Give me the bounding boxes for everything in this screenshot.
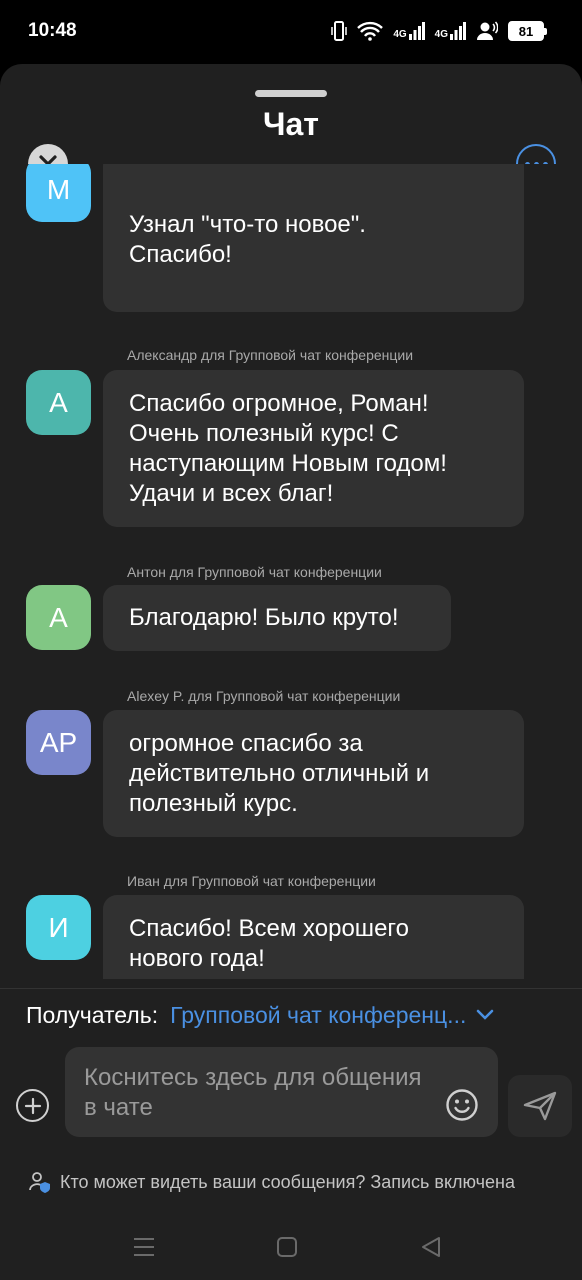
- message-text: огромное спасибо за действительно отличн…: [129, 729, 430, 817]
- avatar-initials: И: [48, 911, 69, 943]
- battery-indicator: 81: [508, 21, 547, 41]
- network-type-2: 4G: [434, 29, 448, 40]
- chevron-down-icon[interactable]: [476, 1009, 494, 1021]
- avatar-initials: М: [46, 173, 71, 205]
- hotspot-user-icon: [477, 21, 498, 40]
- page-title: Чат: [263, 106, 319, 142]
- message-sender: Иван для Групповой чат конференции: [127, 873, 376, 889]
- recipient-label: Получатель:: [26, 1001, 159, 1028]
- drag-handle[interactable]: [255, 90, 327, 97]
- battery-level: 81: [518, 23, 534, 39]
- avatar-initials: AP: [39, 726, 78, 758]
- signal-icon: [450, 22, 466, 40]
- divider: [0, 988, 582, 989]
- nav-home-button[interactable]: [272, 1232, 302, 1262]
- status-icons: 4G 4G 81: [331, 20, 547, 42]
- privacy-text: Кто может видеть ваши сообщения? Запись …: [60, 1171, 516, 1192]
- message-bubble[interactable]: Узнал "что-то новое". Спасибо!: [103, 164, 524, 312]
- recipient-selector[interactable]: Получатель: Групповой чат конференц...: [26, 1000, 494, 1030]
- home-square-icon: [277, 1237, 297, 1257]
- message-text: Спасибо! Всем хорошего нового года!: [129, 915, 409, 972]
- status-time: 10:48: [28, 20, 77, 41]
- user-shield-icon: [29, 1172, 50, 1193]
- message-sender: Александр для Групповой чат конференции: [127, 347, 414, 363]
- back-triangle-icon: [422, 1237, 440, 1257]
- status-bar: 10:48 4G 4G 81: [0, 0, 582, 64]
- system-nav-bar: [0, 1220, 582, 1280]
- chat-message-list[interactable]: М Узнал "что-то новое". Спасибо! Алексан…: [0, 164, 582, 979]
- network-type-1: 4G: [393, 29, 407, 40]
- avatar: М: [26, 164, 91, 222]
- message-text: Узнал "что-то новое". Спасибо!: [129, 211, 366, 268]
- message-composer: [65, 1047, 498, 1137]
- signal-4g-2: 4G: [435, 22, 466, 40]
- wifi-icon: [357, 21, 384, 41]
- emoji-icon[interactable]: [445, 1088, 479, 1122]
- recipient-value[interactable]: Групповой чат конференц...: [170, 1002, 466, 1029]
- signal-4g-1: 4G: [393, 22, 425, 40]
- chat-input[interactable]: [84, 1063, 434, 1125]
- message-text: Спасибо огромное, Роман! Очень полезный …: [129, 389, 447, 507]
- message-bubble[interactable]: Спасибо огромное, Роман! Очень полезный …: [103, 370, 524, 527]
- plus-icon: [24, 1097, 41, 1114]
- avatar: А: [26, 370, 91, 435]
- message-bubble[interactable]: огромное спасибо за действительно отличн…: [103, 710, 524, 837]
- avatar: И: [26, 895, 91, 960]
- menu-icon: [134, 1238, 154, 1256]
- privacy-note[interactable]: Кто может видеть ваши сообщения? Запись …: [28, 1170, 515, 1194]
- avatar: AP: [26, 710, 91, 775]
- avatar-initials: А: [49, 386, 68, 418]
- message-sender: Alexey P. для Групповой чат конференции: [127, 688, 401, 704]
- nav-back-button[interactable]: [416, 1232, 446, 1262]
- message-bubble[interactable]: Спасибо! Всем хорошего нового года!: [103, 895, 524, 979]
- message-sender: Антон для Групповой чат конференции: [127, 564, 382, 580]
- send-button[interactable]: [508, 1075, 572, 1137]
- avatar: А: [26, 585, 91, 650]
- attach-button[interactable]: [16, 1089, 49, 1122]
- vibrate-icon: [331, 21, 348, 41]
- nav-menu-button[interactable]: [129, 1232, 159, 1262]
- message-bubble[interactable]: Благодарю! Было круто!: [103, 585, 451, 651]
- message-text: Благодарю! Было круто!: [129, 604, 399, 631]
- avatar-initials: А: [49, 601, 68, 633]
- signal-icon: [408, 22, 425, 40]
- send-icon: [523, 1091, 557, 1121]
